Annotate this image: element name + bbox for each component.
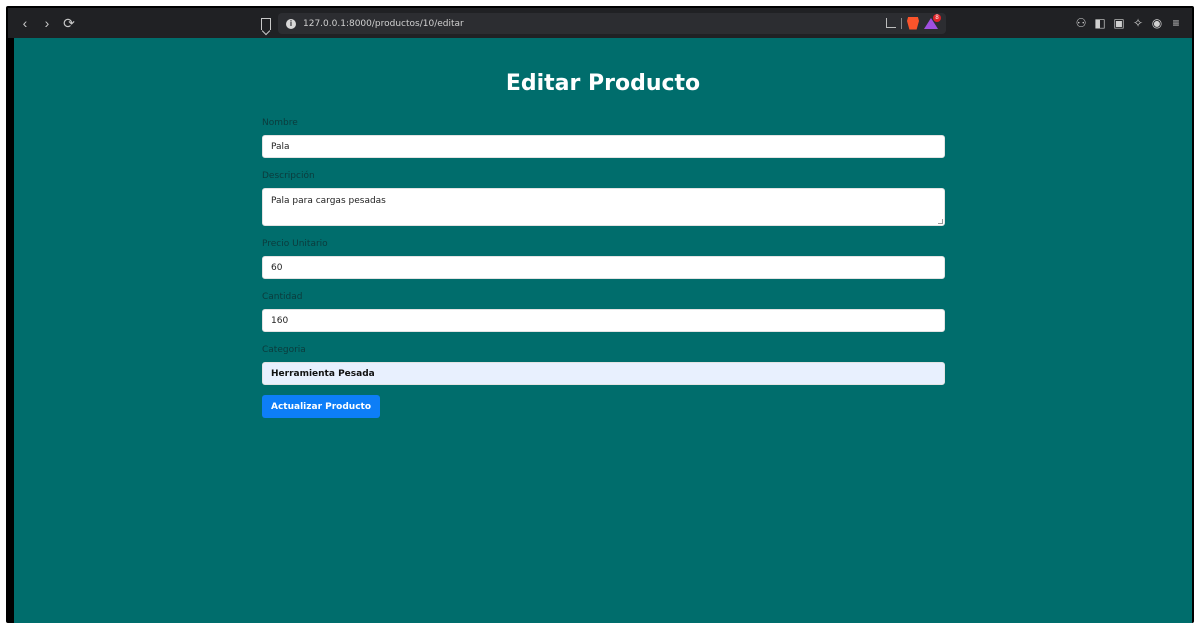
bookmark-icon[interactable] bbox=[261, 18, 271, 30]
categoria-value: Herramienta Pesada bbox=[271, 368, 375, 379]
cantidad-label: Cantidad bbox=[262, 292, 303, 302]
precio-label: Precio Unitario bbox=[262, 239, 328, 249]
extensions-icon[interactable]: ⚇ bbox=[1075, 16, 1087, 30]
brave-shields-icon[interactable] bbox=[907, 16, 919, 30]
descripcion-label: Descripción bbox=[262, 171, 315, 181]
cantidad-value: 160 bbox=[271, 315, 289, 326]
descripcion-value: Pala para cargas pesadas bbox=[271, 196, 386, 206]
page-content: Editar Producto Nombre Pala Descripción … bbox=[14, 38, 1192, 623]
address-bar[interactable]: i 127.0.0.1:8000/productos/10/editar 8 bbox=[278, 13, 946, 34]
page-title: Editar Producto bbox=[505, 71, 701, 96]
actualizar-producto-button[interactable]: Actualizar Producto bbox=[262, 395, 381, 418]
wallet-icon[interactable]: ▣ bbox=[1113, 16, 1125, 30]
sidebar-icon[interactable]: ◧ bbox=[1094, 16, 1106, 30]
precio-input[interactable]: 60 bbox=[262, 256, 945, 279]
url-text[interactable]: 127.0.0.1:8000/productos/10/editar bbox=[303, 19, 464, 29]
toolbar-right-icons: ⚇ ◧ ▣ ✧ ◉ ≡ bbox=[1075, 16, 1182, 30]
resize-handle[interactable] bbox=[938, 219, 943, 224]
share-icon[interactable] bbox=[886, 18, 896, 28]
categoria-select[interactable]: Herramienta Pesada bbox=[262, 362, 945, 385]
cantidad-input[interactable]: 160 bbox=[262, 309, 945, 332]
forward-icon[interactable]: › bbox=[40, 16, 54, 30]
nombre-value: Pala bbox=[271, 141, 290, 152]
menu-icon[interactable]: ≡ bbox=[1170, 16, 1182, 30]
vpn-icon[interactable]: ◉ bbox=[1151, 16, 1163, 30]
precio-value: 60 bbox=[271, 262, 283, 273]
divider bbox=[901, 17, 902, 29]
address-bar-actions: 8 bbox=[886, 14, 941, 30]
nombre-label: Nombre bbox=[262, 118, 298, 128]
reload-icon[interactable]: ⟳ bbox=[62, 16, 76, 30]
site-info-icon[interactable]: i bbox=[286, 18, 296, 29]
back-icon[interactable]: ‹ bbox=[18, 16, 32, 30]
descripcion-textarea[interactable]: Pala para cargas pesadas bbox=[262, 188, 945, 226]
categoria-label: Categoria bbox=[262, 345, 306, 355]
rewards-icon[interactable]: 8 bbox=[924, 14, 941, 30]
nav-buttons: ‹ › ⟳ bbox=[18, 16, 76, 30]
browser-toolbar: ‹ › ⟳ i 127.0.0.1:8000/productos/10/edit… bbox=[8, 8, 1192, 38]
leo-icon[interactable]: ✧ bbox=[1132, 16, 1144, 30]
nombre-input[interactable]: Pala bbox=[262, 135, 945, 158]
rewards-badge: 8 bbox=[933, 14, 941, 22]
